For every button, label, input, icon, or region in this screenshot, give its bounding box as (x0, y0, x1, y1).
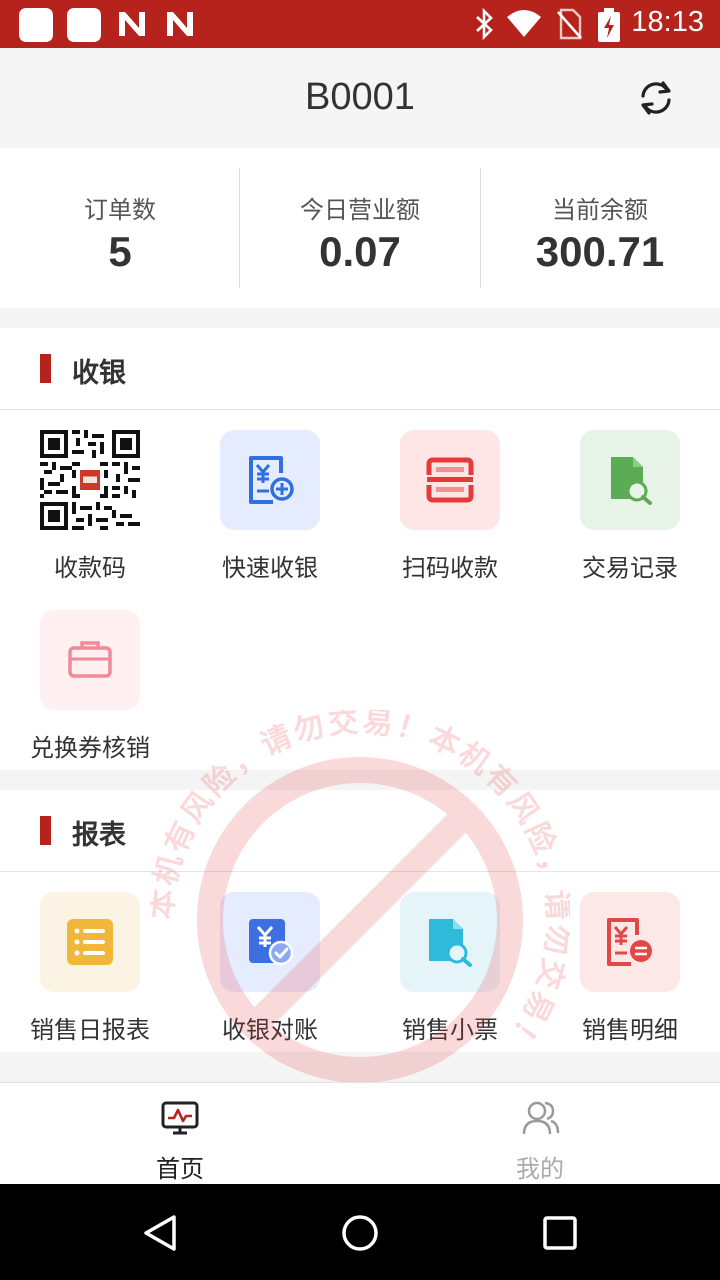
users-icon (522, 1101, 560, 1135)
n-logo-icon (119, 12, 145, 36)
recents-icon[interactable] (542, 1215, 578, 1251)
tile-label: 快速收银 (222, 554, 318, 582)
stat-label: 今日营业额 (300, 196, 420, 224)
section-title: 收银 (72, 358, 126, 389)
cashier-item-scan-pay[interactable]: 扫码收款 (360, 410, 540, 582)
wifi-icon (507, 10, 541, 37)
transaction-search-icon (611, 457, 652, 505)
cashier-item-coupon-redeem[interactable]: 兑换券核销 (0, 590, 180, 762)
stat-label: 订单数 (84, 196, 156, 224)
no-sim-icon (557, 8, 582, 40)
icon-box (40, 892, 140, 992)
report-item-daily-sales[interactable]: 销售日报表 (0, 872, 180, 1044)
report-item-sales-detail[interactable]: 销售明细 (540, 872, 720, 1044)
tile-label: 兑换券核销 (30, 734, 150, 762)
section-marker (40, 354, 51, 383)
tile-label: 销售小票 (402, 1016, 498, 1044)
app-square-icon (67, 8, 101, 42)
tile-label: 销售日报表 (30, 1016, 150, 1044)
stat-label: 当前余额 (552, 196, 648, 224)
section-header: 报表 (0, 790, 720, 872)
icon-box (40, 610, 140, 710)
qr-code-icon (40, 430, 140, 530)
section-marker (40, 816, 51, 845)
stat-value: 5 (108, 228, 132, 275)
system-nav-bar (0, 1184, 720, 1280)
tile-label: 扫码收款 (402, 554, 498, 582)
tab-label: 首页 (156, 1155, 204, 1183)
stats-panel: 订单数 5 今日营业额 0.07 当前余额 300.71 (0, 148, 720, 308)
tile-label: 收款码 (54, 554, 126, 582)
report-item-receipts[interactable]: 销售小票 (360, 872, 540, 1044)
home-monitor-icon (161, 1101, 199, 1135)
reports-section: 报表 销售日报表 收银对账 销售小票 销售明细 (0, 790, 720, 1052)
sales-detail-icon (607, 918, 652, 966)
daily-report-icon (67, 919, 113, 965)
tab-mine[interactable]: 我的 (360, 1083, 720, 1185)
reconcile-icon (249, 919, 294, 966)
stat-current-balance[interactable]: 当前余额 300.71 (480, 168, 720, 288)
icon-box (580, 430, 680, 530)
refresh-icon[interactable] (636, 78, 676, 118)
coupon-icon (68, 641, 112, 678)
stat-value: 300.71 (535, 228, 665, 275)
battery-charging-icon (598, 8, 620, 42)
icon-box (220, 892, 320, 992)
quick-cashier-icon (249, 456, 294, 504)
icon-box (220, 430, 320, 530)
scan-icon (426, 457, 474, 503)
cashier-section: 收银 收款码 快速收银 扫码收款 交易记录 兑换券核销 (0, 328, 720, 770)
cashier-item-quick-cashier[interactable]: 快速收银 (180, 410, 360, 582)
icon-box (400, 892, 500, 992)
tile-label: 交易记录 (582, 554, 678, 582)
tab-label: 我的 (516, 1155, 564, 1183)
stat-today-revenue[interactable]: 今日营业额 0.07 (240, 168, 480, 288)
bluetooth-icon (476, 8, 493, 40)
section-title: 报表 (72, 820, 126, 851)
home-circle-icon[interactable] (340, 1213, 380, 1253)
page-title: B0001 (305, 76, 415, 118)
report-item-reconcile[interactable]: 收银对账 (180, 872, 360, 1044)
cashier-item-transactions[interactable]: 交易记录 (540, 410, 720, 582)
bottom-tab-bar: 首页 我的 (0, 1082, 720, 1184)
icon-box (400, 430, 500, 530)
back-icon[interactable] (142, 1214, 178, 1252)
status-bar: 18:13 (0, 0, 720, 48)
tile-label: 收银对账 (222, 1016, 318, 1044)
app-root: 18:13 B0001 订单数 5 今日营业额 0.07 当前余额 300.71 (0, 0, 720, 1280)
stat-value: 0.07 (319, 228, 401, 275)
app-header: B0001 (0, 48, 720, 148)
cashier-item-payment-code[interactable]: 收款码 (0, 410, 180, 582)
app-square-icon (19, 8, 53, 42)
receipt-search-icon (429, 919, 472, 967)
stat-order-count[interactable]: 订单数 5 (0, 168, 240, 288)
icon-box (580, 892, 680, 992)
n-logo-icon (167, 12, 193, 36)
section-header: 收银 (0, 328, 720, 410)
status-time: 18:13 (631, 6, 704, 38)
tab-home[interactable]: 首页 (0, 1083, 360, 1185)
tile-label: 销售明细 (582, 1016, 678, 1044)
